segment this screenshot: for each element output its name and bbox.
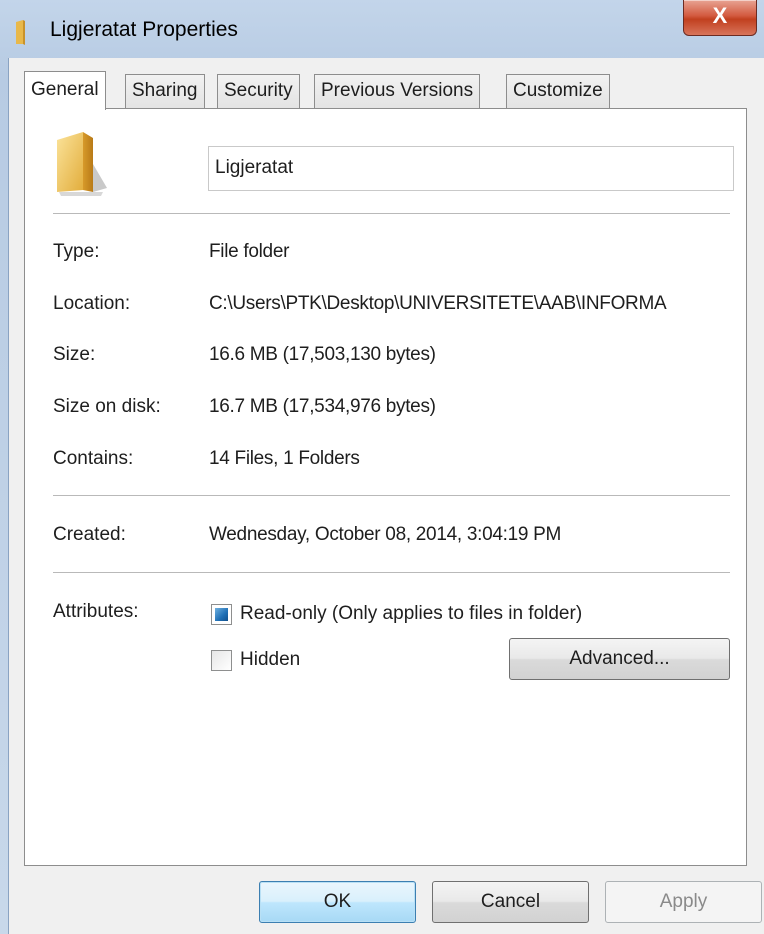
contains-value: 14 Files, 1 Folders [209,448,360,469]
created-label: Created: [53,524,126,545]
divider [53,213,730,214]
size-on-disk-label: Size on disk: [53,396,161,417]
type-label: Type: [53,241,100,262]
general-tab-page [24,108,747,866]
apply-button: Apply [605,881,762,923]
tab-customize[interactable]: Customize [506,74,610,108]
size-on-disk-value: 16.7 MB (17,534,976 bytes) [209,396,436,417]
divider [53,495,730,496]
created-value: Wednesday, October 08, 2014, 3:04:19 PM [209,524,561,545]
tab-previous-versions[interactable]: Previous Versions [314,74,481,108]
divider [53,572,730,573]
close-button[interactable]: X [683,0,757,36]
location-label: Location: [53,293,131,314]
folder-icon [16,20,25,45]
tab-general[interactable]: General [24,71,106,110]
size-label: Size: [53,344,96,365]
properties-window: Ligjeratat Properties X General Sharing … [0,0,764,934]
attributes-label: Attributes: [53,601,139,622]
hidden-checkbox[interactable] [211,650,232,671]
title-bar[interactable]: Ligjeratat Properties X [0,0,764,58]
window-title: Ligjeratat Properties [50,18,238,41]
advanced-button[interactable]: Advanced... [509,638,730,680]
contains-label: Contains: [53,448,134,469]
ok-button[interactable]: OK [259,881,416,923]
folder-name-input[interactable]: Ligjeratat [208,146,734,191]
size-value: 16.6 MB (17,503,130 bytes) [209,344,436,365]
location-value: C:\Users\PTK\Desktop\UNIVERSITETE\AAB\IN… [209,293,667,314]
folder-icon-large [57,132,107,196]
readonly-checkbox[interactable] [211,604,232,625]
type-value: File folder [209,241,290,262]
tab-security[interactable]: Security [217,74,300,108]
tab-sharing[interactable]: Sharing [125,74,205,108]
hidden-label[interactable]: Hidden [240,649,300,671]
cancel-button[interactable]: Cancel [432,881,589,923]
readonly-label[interactable]: Read-only (Only applies to files in fold… [240,603,582,625]
